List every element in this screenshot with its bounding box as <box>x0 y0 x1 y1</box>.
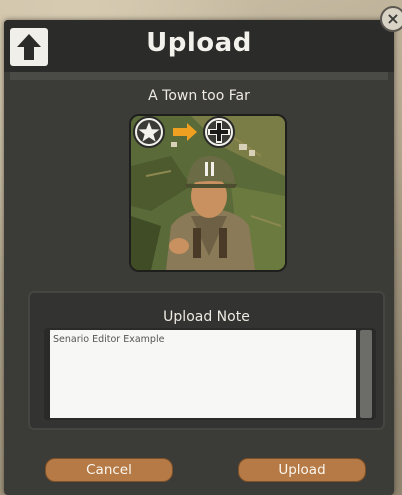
cancel-button[interactable]: Cancel <box>45 458 173 482</box>
scenario-thumbnail <box>129 114 287 272</box>
upload-note-panel: Upload Note <box>28 291 385 430</box>
axis-cross-icon <box>203 116 235 148</box>
upload-note-input[interactable] <box>50 330 356 418</box>
upload-dialog: Upload × A Town too Far Upload Note Sena… <box>4 6 402 495</box>
header-band <box>10 72 388 80</box>
close-glyph: × <box>386 9 400 28</box>
upload-note-scrollbar[interactable] <box>360 330 372 418</box>
upload-button[interactable]: Upload <box>238 458 366 482</box>
scenario-name: A Town too Far <box>148 88 250 104</box>
close-icon[interactable]: × <box>380 6 402 32</box>
upload-note-label: Upload Note <box>163 309 250 325</box>
allied-star-icon <box>133 116 165 148</box>
upload-note-frame <box>44 328 376 420</box>
dialog-title: Upload <box>146 28 252 58</box>
dialog-header: Upload × <box>4 6 402 72</box>
